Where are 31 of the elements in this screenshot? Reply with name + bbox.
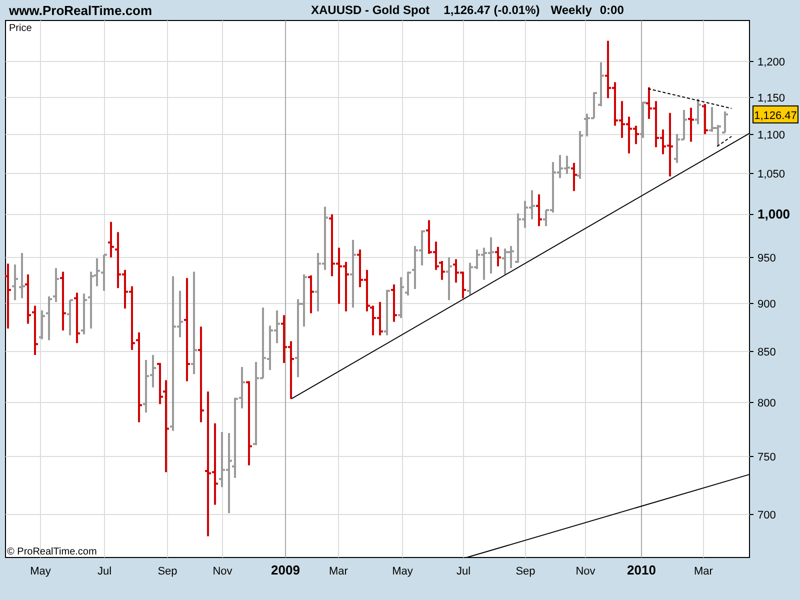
time-label: 0:00: [600, 3, 624, 17]
y-axis-label: 1,200: [758, 56, 786, 68]
x-axis-label: Nov: [212, 566, 232, 578]
x-axis-label: Mar: [694, 566, 713, 578]
instrument-name: XAUUSD - Gold Spot: [311, 3, 430, 17]
x-axis-label: Sep: [158, 566, 178, 578]
y-axis-label: 950: [758, 252, 776, 264]
x-axis-label: Jul: [97, 566, 112, 578]
y-axis-label: 700: [758, 510, 776, 522]
y-axis-label: 1,100: [758, 130, 786, 142]
y-axis-label: 1,050: [758, 168, 786, 180]
x-axis-label: Nov: [576, 566, 596, 578]
price-tag: 1,126.47: [752, 105, 798, 124]
x-axis-label: Sep: [516, 566, 536, 578]
x-axis-label: Jul: [456, 566, 471, 578]
x-axis-label: May: [30, 566, 51, 578]
x-axis-label: May: [392, 566, 413, 578]
y-axis-label: 1,000: [758, 206, 790, 222]
site-link[interactable]: www.ProRealTime.com: [9, 2, 311, 18]
x-axis-label: 2009: [271, 562, 300, 578]
y-axis-label: 1,150: [758, 92, 786, 104]
x-axis-label: 2010: [627, 562, 656, 578]
axis-title: Price: [9, 23, 32, 34]
copyright-text: © ProRealTime.com: [7, 546, 97, 558]
price-quote: 1,126.47 (-0.01%): [444, 3, 540, 17]
y-axis-label: 900: [758, 298, 776, 310]
y-axis-label: 850: [758, 346, 776, 358]
period-label: Weekly: [550, 3, 592, 17]
x-axis-label: Mar: [329, 566, 348, 578]
y-axis-label: 750: [758, 452, 776, 464]
y-axis-label: 800: [758, 398, 776, 410]
